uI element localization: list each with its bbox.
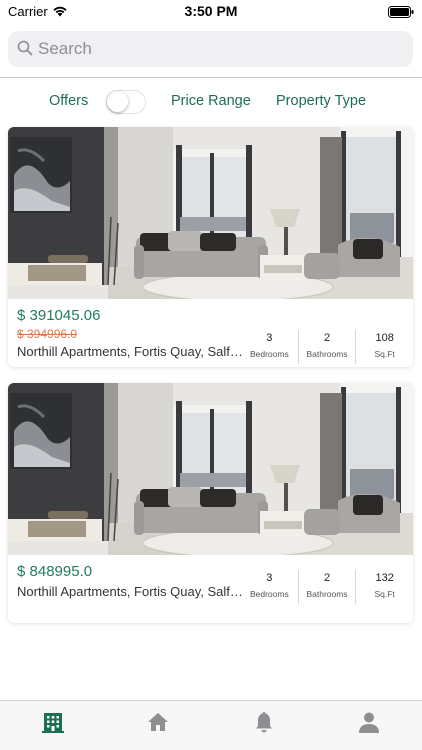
bedrooms-label: Bedrooms <box>249 589 289 599</box>
bedrooms-value: 3 <box>266 572 273 584</box>
area-label: Sq.Ft <box>374 589 395 599</box>
listing-old-price: $ 394996.0 <box>17 327 78 341</box>
bedrooms-stat: 3 Bedrooms <box>241 570 298 604</box>
tab-profile[interactable] <box>357 710 381 734</box>
offers-label: Offers <box>49 93 89 109</box>
bedrooms-value: 3 <box>266 332 273 344</box>
property-photo <box>8 383 413 555</box>
search-bar[interactable] <box>8 31 413 67</box>
bell-icon <box>256 712 272 733</box>
toggle-knob <box>107 91 128 112</box>
listing-address: Northill Apartments, Fortis Quay, Salfor… <box>17 584 245 599</box>
bathrooms-label: Bathrooms <box>306 589 348 599</box>
bathrooms-value: 2 <box>323 572 331 584</box>
building-icon <box>42 713 64 733</box>
area-label: Sq.Ft <box>374 349 395 359</box>
bedrooms-label: Bedrooms <box>249 349 289 359</box>
property-photo <box>8 127 413 299</box>
offers-toggle[interactable] <box>106 90 146 114</box>
property-type-filter[interactable]: Property Type <box>276 93 366 109</box>
search-input[interactable] <box>38 35 403 63</box>
tab-home[interactable] <box>146 710 170 734</box>
bedrooms-stat: 3 Bedrooms <box>241 330 298 364</box>
bathrooms-stat: 2 Bathrooms <box>297 570 356 604</box>
status-bar: Carrier 3:50 PM <box>0 0 422 22</box>
price-range-filter[interactable]: Price Range <box>171 93 251 109</box>
search-icon <box>17 40 33 61</box>
area-value: 132 <box>375 572 394 584</box>
tab-bar <box>0 700 422 750</box>
listing-card[interactable]: $ 391045.06 $ 394996.0 Northill Apartmen… <box>8 127 413 367</box>
tab-notifications[interactable] <box>252 710 276 734</box>
user-icon <box>359 712 379 733</box>
listing-card[interactable]: $ 848995.0 Northill Apartments, Fortis Q… <box>8 383 413 623</box>
area-stat: 108 Sq.Ft <box>355 330 413 364</box>
bathrooms-value: 2 <box>323 332 331 344</box>
listing-stats: 3 Bedrooms 2 Bathrooms 132 Sq.Ft <box>241 570 413 604</box>
listing-price: $ 848995.0 <box>17 563 93 580</box>
filter-bar: Offers Price Range Property Type <box>0 88 422 116</box>
listing-stats: 3 Bedrooms 2 Bathrooms 108 Sq.Ft <box>241 330 413 364</box>
listing-address: Northill Apartments, Fortis Quay, Salfor… <box>17 344 245 359</box>
listing-price: $ 391045.06 <box>17 307 101 324</box>
battery-icon <box>388 5 414 23</box>
area-stat: 132 Sq.Ft <box>355 570 413 604</box>
tab-properties[interactable] <box>41 710 65 734</box>
bathrooms-label: Bathrooms <box>306 349 348 359</box>
home-icon <box>148 713 168 731</box>
area-value: 108 <box>375 332 394 344</box>
bathrooms-stat: 2 Bathrooms <box>297 330 356 364</box>
divider <box>0 77 422 78</box>
clock-label: 3:50 PM <box>184 3 238 19</box>
